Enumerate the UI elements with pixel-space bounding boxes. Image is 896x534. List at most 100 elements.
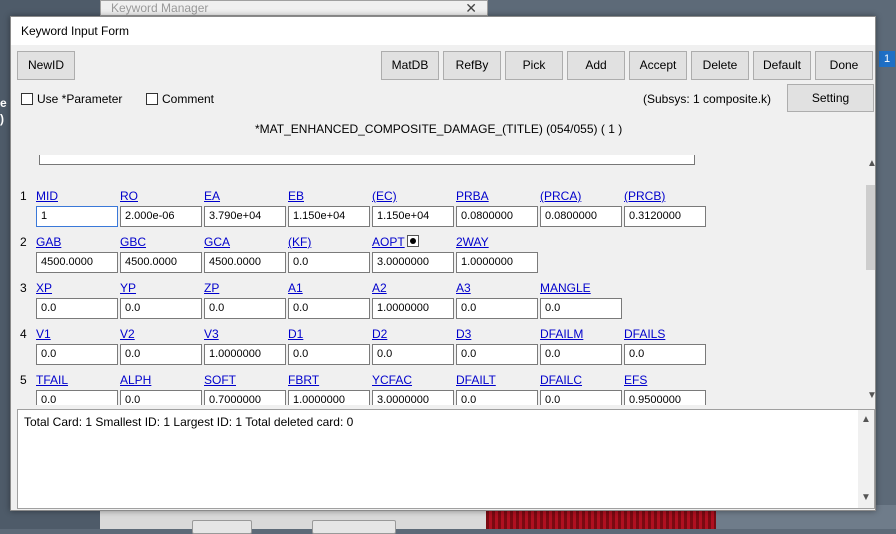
field-a2[interactable]: 1.0000000 <box>372 298 454 319</box>
field-label-dfailm[interactable]: DFAILM <box>540 327 583 341</box>
field-v1[interactable]: 0.0 <box>36 344 118 365</box>
field-eb[interactable]: 1.150e+04 <box>288 206 370 227</box>
field-label-dfailt[interactable]: DFAILT <box>456 373 496 387</box>
checkbox-box[interactable] <box>146 93 158 105</box>
field-mangle[interactable]: 0.0 <box>540 298 622 319</box>
comment-checkbox[interactable]: Comment <box>146 92 214 106</box>
field-v2[interactable]: 0.0 <box>120 344 202 365</box>
use-parameter-checkbox[interactable]: Use *Parameter <box>21 92 122 106</box>
scroll-up-icon[interactable]: ▲ <box>860 414 872 425</box>
field-label-a3[interactable]: A3 <box>456 281 471 295</box>
field-label-ec[interactable]: (EC) <box>372 189 397 203</box>
scroll-down-icon[interactable]: ▼ <box>860 492 872 503</box>
field-ro[interactable]: 2.000e-06 <box>120 206 202 227</box>
setting-button[interactable]: Setting <box>787 84 874 112</box>
field-label-gca[interactable]: GCA <box>204 235 230 249</box>
field-gbc[interactable]: 4500.0000 <box>120 252 202 273</box>
field-dfails[interactable]: 0.0 <box>624 344 706 365</box>
field-d2[interactable]: 0.0 <box>372 344 454 365</box>
info-scrollbar[interactable]: ▲ ▼ <box>858 410 874 508</box>
field-mid[interactable]: 1 <box>36 206 118 227</box>
field-label-alph[interactable]: ALPH <box>120 373 151 387</box>
close-icon[interactable]: ✕ <box>465 0 477 17</box>
field-label-v1[interactable]: V1 <box>36 327 51 341</box>
field-ycfac[interactable]: 3.0000000 <box>372 390 454 405</box>
field-gca[interactable]: 4500.0000 <box>204 252 286 273</box>
field-prba[interactable]: 0.0800000 <box>456 206 538 227</box>
field-label-ro[interactable]: RO <box>120 189 138 203</box>
checkbox-box[interactable] <box>21 93 33 105</box>
field-ea[interactable]: 3.790e+04 <box>204 206 286 227</box>
field-fbrt[interactable]: 1.0000000 <box>288 390 370 405</box>
field-label-fbrt[interactable]: FBRT <box>288 373 319 387</box>
field-ec[interactable]: 1.150e+04 <box>372 206 454 227</box>
field-label-d3[interactable]: D3 <box>456 327 471 341</box>
field-label-xp[interactable]: XP <box>36 281 52 295</box>
field-label-2way[interactable]: 2WAY <box>456 235 489 249</box>
field-label-a2[interactable]: A2 <box>372 281 387 295</box>
field-label-soft[interactable]: SOFT <box>204 373 236 387</box>
field-label-dfails[interactable]: DFAILS <box>624 327 665 341</box>
field-prca[interactable]: 0.0800000 <box>540 206 622 227</box>
field-label-eb[interactable]: EB <box>288 189 304 203</box>
scrollbar-thumb[interactable] <box>866 185 875 270</box>
field-aopt[interactable]: 3.0000000 <box>372 252 454 273</box>
card-number: 3 <box>20 281 27 295</box>
card-scrollbar[interactable]: ▲ ▼ <box>864 152 875 405</box>
delete-button[interactable]: Delete <box>691 51 749 80</box>
scroll-up-icon[interactable]: ▲ <box>866 158 875 169</box>
field-label-mangle[interactable]: MANGLE <box>540 281 591 295</box>
done-button[interactable]: Done <box>815 51 873 80</box>
field-label-gab[interactable]: GAB <box>36 235 61 249</box>
aopt-option-icon[interactable] <box>407 235 419 247</box>
field-label-aopt[interactable]: AOPT <box>372 235 405 249</box>
field-label-prca[interactable]: (PRCA) <box>540 189 581 203</box>
newid-button[interactable]: NewID <box>17 51 75 80</box>
field-2way[interactable]: 1.0000000 <box>456 252 538 273</box>
field-label-prba[interactable]: PRBA <box>456 189 489 203</box>
field-tfail[interactable]: 0.0 <box>36 390 118 405</box>
field-label-gbc[interactable]: GBC <box>120 235 146 249</box>
field-label-a1[interactable]: A1 <box>288 281 303 295</box>
field-d3[interactable]: 0.0 <box>456 344 538 365</box>
field-dfailt[interactable]: 0.0 <box>456 390 538 405</box>
field-soft[interactable]: 0.7000000 <box>204 390 286 405</box>
field-xp[interactable]: 0.0 <box>36 298 118 319</box>
field-prcb[interactable]: 0.3120000 <box>624 206 706 227</box>
field-label-zp[interactable]: ZP <box>204 281 219 295</box>
default-button[interactable]: Default <box>753 51 811 80</box>
field-label-ea[interactable]: EA <box>204 189 220 203</box>
field-label-d2[interactable]: D2 <box>372 327 387 341</box>
field-label-kf[interactable]: (KF) <box>288 235 311 249</box>
field-label-dfailc[interactable]: DFAILC <box>540 373 582 387</box>
field-a1[interactable]: 0.0 <box>288 298 370 319</box>
field-v3[interactable]: 1.0000000 <box>204 344 286 365</box>
field-yp[interactable]: 0.0 <box>120 298 202 319</box>
pick-button[interactable]: Pick <box>505 51 563 80</box>
field-dfailm[interactable]: 0.0 <box>540 344 622 365</box>
field-a3[interactable]: 0.0 <box>456 298 538 319</box>
field-label-v2[interactable]: V2 <box>120 327 135 341</box>
field-label-v3[interactable]: V3 <box>204 327 219 341</box>
field-dfailc[interactable]: 0.0 <box>540 390 622 405</box>
field-label-ycfac[interactable]: YCFAC <box>372 373 412 387</box>
field-gab[interactable]: 4500.0000 <box>36 252 118 273</box>
title-field-edge <box>39 155 695 165</box>
refby-button[interactable]: RefBy <box>443 51 501 80</box>
scroll-down-icon[interactable]: ▼ <box>866 390 875 401</box>
field-kf[interactable]: 0.0 <box>288 252 370 273</box>
field-efs[interactable]: 0.9500000 <box>624 390 706 405</box>
field-alph[interactable]: 0.0 <box>120 390 202 405</box>
accept-button[interactable]: Accept <box>629 51 687 80</box>
field-zp[interactable]: 0.0 <box>204 298 286 319</box>
field-d1[interactable]: 0.0 <box>288 344 370 365</box>
field-label-mid[interactable]: MID <box>36 189 58 203</box>
add-button[interactable]: Add <box>567 51 625 80</box>
use-parameter-label: Use *Parameter <box>37 92 123 106</box>
matdb-button[interactable]: MatDB <box>381 51 439 80</box>
field-label-efs[interactable]: EFS <box>624 373 647 387</box>
field-label-prcb[interactable]: (PRCB) <box>624 189 665 203</box>
field-label-yp[interactable]: YP <box>120 281 136 295</box>
field-label-tfail[interactable]: TFAIL <box>36 373 68 387</box>
field-label-d1[interactable]: D1 <box>288 327 303 341</box>
